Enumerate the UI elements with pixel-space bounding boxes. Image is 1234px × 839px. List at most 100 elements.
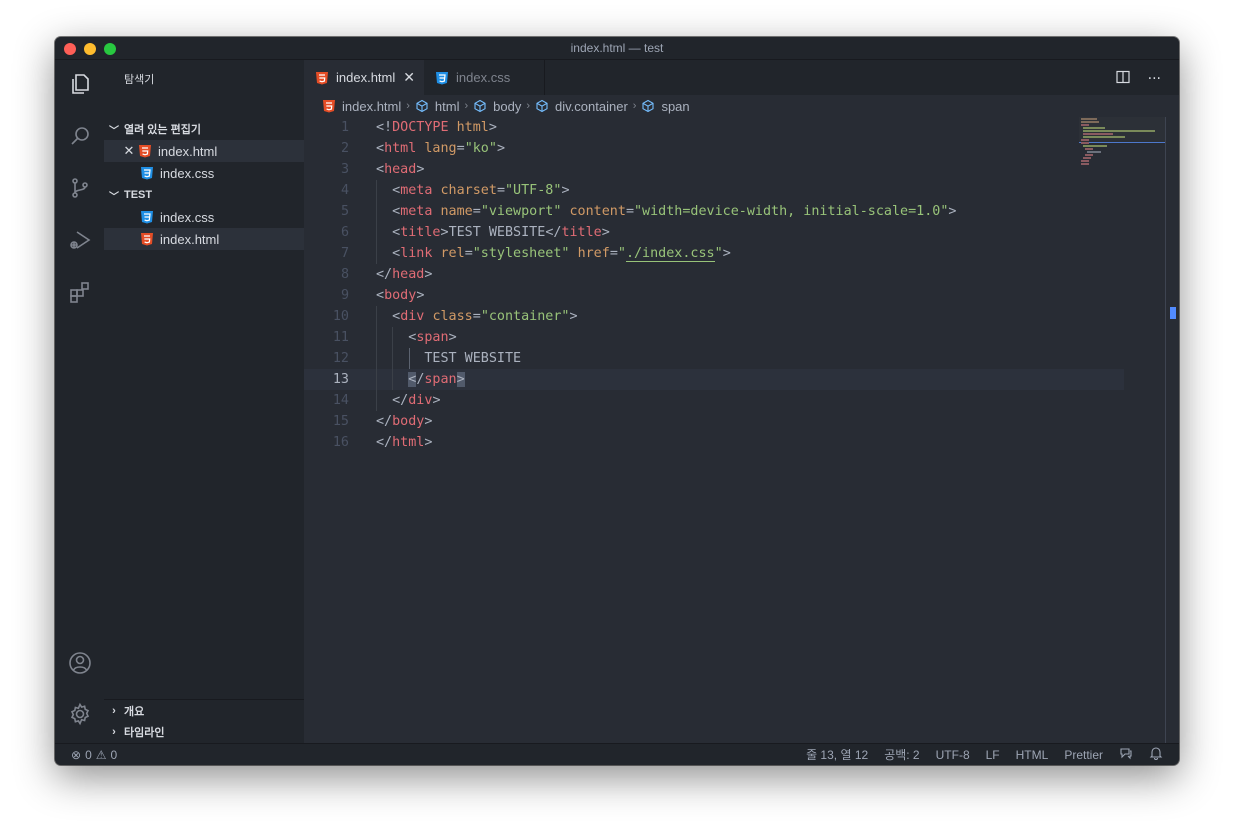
code-line[interactable]: 7 <link rel="stylesheet" href="./index.c…: [304, 243, 1124, 264]
status-right: 줄 13, 열 12 공백: 2 UTF-8 LF HTML Prettier: [806, 746, 1163, 763]
feedback-icon[interactable]: [1119, 746, 1133, 763]
chevron-down-icon: ﹀: [109, 191, 119, 203]
file-item-index-html[interactable]: index.html: [104, 228, 304, 250]
line-content: </span>: [408, 372, 465, 387]
line-content: <title>TEST WEBSITE</title>: [376, 225, 610, 240]
line-content: <!DOCTYPE html>: [376, 120, 497, 135]
open-editor-label: index.html: [158, 143, 218, 159]
vertical-scrollbar[interactable]: [1165, 117, 1179, 743]
close-tab-icon[interactable]: ✕: [403, 69, 415, 86]
timeline-section[interactable]: › 타임라인: [104, 721, 304, 743]
line-number: 3: [340, 162, 349, 177]
chevron-right-icon: ›: [526, 100, 531, 112]
tab-index-html[interactable]: index.html ✕: [304, 60, 424, 95]
chevron-down-icon: ﹀: [109, 125, 119, 137]
close-window-button[interactable]: [64, 43, 76, 55]
line-content: TEST WEBSITE: [424, 351, 522, 366]
html-file-icon: [322, 99, 336, 113]
breadcrumb-label: body: [493, 98, 522, 114]
line-number: 6: [340, 225, 349, 240]
outline-section[interactable]: › 개요: [104, 699, 304, 721]
code-line[interactable]: 15 </body>: [304, 411, 1124, 432]
code-line[interactable]: 1 <!DOCTYPE html>: [304, 117, 1124, 138]
source-control-icon[interactable]: [67, 175, 92, 200]
tab-index-css[interactable]: index.css: [424, 60, 545, 95]
zoom-window-button[interactable]: [104, 43, 116, 55]
code-line[interactable]: 8 </head>: [304, 264, 1124, 285]
symbol-element-icon: [535, 99, 549, 113]
line-number: 16: [332, 435, 349, 450]
problems-indicator[interactable]: ⊗ 0 ⚠ 0: [71, 748, 117, 762]
timeline-label: 타임라인: [124, 727, 165, 739]
open-editors-section[interactable]: ﹀ 열려 있는 편집기: [104, 118, 304, 140]
breadcrumb-file[interactable]: index.html: [322, 99, 401, 114]
code-line[interactable]: 2 <html lang="ko">: [304, 138, 1124, 159]
end-of-line[interactable]: LF: [986, 748, 1000, 762]
split-editor-icon[interactable]: [1116, 70, 1130, 88]
close-icon[interactable]: ✕: [122, 143, 136, 159]
activity-bar: [55, 60, 104, 743]
account-icon[interactable]: [67, 650, 92, 675]
breadcrumb-body[interactable]: body: [473, 99, 521, 114]
symbol-element-icon: [473, 99, 487, 113]
chevron-right-icon: ›: [464, 100, 469, 112]
tab-label: index.html: [336, 70, 396, 85]
line-content: <meta charset="UTF-8">: [376, 183, 570, 198]
line-number: 13: [332, 372, 349, 387]
code-line[interactable]: 9 <body>: [304, 285, 1124, 306]
line-number: 12: [332, 351, 349, 366]
notifications-bell-icon[interactable]: [1149, 746, 1163, 763]
extensions-icon[interactable]: [67, 279, 92, 304]
breadcrumb-div-container[interactable]: div.container: [535, 99, 628, 114]
indentation[interactable]: 공백: 2: [884, 746, 919, 763]
code-line[interactable]: 16 </html>: [304, 432, 1124, 453]
breadcrumb-label: html: [434, 98, 460, 114]
css-file-icon: [140, 166, 154, 180]
encoding[interactable]: UTF-8: [936, 748, 970, 762]
explorer-icon[interactable]: [67, 71, 92, 96]
line-number: 8: [340, 267, 349, 282]
cursor-position[interactable]: 줄 13, 열 12: [806, 746, 868, 763]
sidebar-title: 탐색기: [124, 74, 155, 86]
line-number: 4: [340, 183, 349, 198]
line-content: <html lang="ko">: [376, 141, 505, 156]
breadcrumb-label: div.container: [555, 98, 628, 114]
code-line[interactable]: 6 <title>TEST WEBSITE</title>: [304, 222, 1124, 243]
href-link[interactable]: ./index.css: [625, 246, 715, 262]
breadcrumb-html[interactable]: html: [415, 98, 460, 114]
explorer-sidebar: 탐색기 ﹀ 열려 있는 편집기 ✕ index.html index.css ﹀…: [104, 60, 304, 743]
open-editor-item-index-css[interactable]: index.css: [104, 162, 304, 184]
code-line[interactable]: 14 </div>: [304, 390, 1124, 411]
search-icon[interactable]: [67, 123, 92, 148]
line-number: 9: [340, 288, 349, 303]
code-line[interactable]: 11 <span>: [304, 327, 1124, 348]
line-number: 10: [332, 309, 349, 324]
settings-gear-icon[interactable]: [67, 701, 92, 726]
code-line[interactable]: 10 <div class="container">: [304, 306, 1124, 327]
error-icon: ⊗: [71, 747, 82, 762]
code-line-current[interactable]: 13 </span>: [304, 369, 1124, 390]
formatter[interactable]: Prettier: [1064, 748, 1103, 762]
run-debug-icon[interactable]: [67, 227, 92, 252]
code-line[interactable]: 4 <meta charset="UTF-8">: [304, 180, 1124, 201]
language-mode[interactable]: HTML: [1016, 748, 1049, 762]
minimap[interactable]: [1079, 117, 1169, 177]
code-line[interactable]: 3 <head>: [304, 159, 1124, 180]
minimize-window-button[interactable]: [84, 43, 96, 55]
code-line[interactable]: 12 TEST WEBSITE: [304, 348, 1124, 369]
line-number: 7: [340, 246, 349, 261]
line-number: 5: [340, 204, 349, 219]
editor-window: index.html — test 탐색기 ﹀ 열려 있는 편집기 ✕ inde…: [55, 37, 1179, 765]
css-file-icon: [435, 71, 449, 85]
editor-area: index.html ✕ index.css ··· index.html › …: [304, 60, 1179, 743]
code-line[interactable]: 5 <meta name="viewport" content="width=d…: [304, 201, 1124, 222]
folder-section-test[interactable]: ﹀ TEST: [104, 184, 304, 206]
open-editor-item-index-html[interactable]: ✕ index.html: [104, 140, 304, 162]
file-item-index-css[interactable]: index.css: [104, 206, 304, 228]
breadcrumb-label: index.html: [342, 98, 402, 114]
more-actions-icon[interactable]: ···: [1148, 71, 1161, 87]
html-file-icon: [315, 71, 329, 85]
line-content: <meta name="viewport" content="width=dev…: [376, 204, 957, 219]
breadcrumb-span[interactable]: span: [641, 99, 690, 114]
line-content: <link rel="stylesheet" href="./index.css…: [376, 246, 731, 262]
